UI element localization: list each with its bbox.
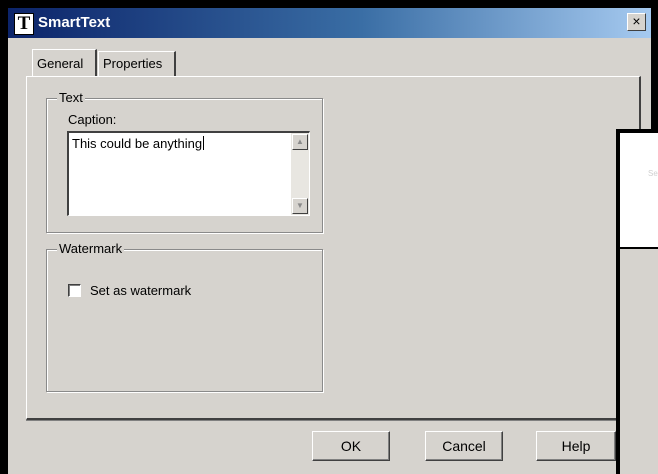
cancel-button[interactable]: Cancel bbox=[425, 431, 503, 461]
separator bbox=[26, 420, 616, 421]
text-caret bbox=[203, 136, 205, 150]
caption-text-value: This could be anything bbox=[72, 136, 205, 151]
scroll-down-arrow-icon[interactable]: ▼ bbox=[292, 198, 308, 214]
text-group-legend: Text bbox=[57, 90, 85, 106]
scroll-up-arrow-icon[interactable]: ▲ bbox=[292, 134, 308, 150]
overlapping-window: Se bbox=[616, 129, 658, 474]
overlapping-window-text: Se bbox=[648, 169, 658, 178]
watermark-checkbox-label[interactable]: Set as watermark bbox=[90, 283, 191, 298]
caption-textarea[interactable]: This could be anything ▲ ▼ bbox=[67, 131, 310, 216]
tab-properties[interactable]: Properties bbox=[98, 51, 176, 76]
window-title: SmartText bbox=[38, 14, 111, 31]
tab-general[interactable]: General bbox=[32, 49, 97, 76]
caption-label: Caption: bbox=[68, 112, 117, 127]
caption-scrollbar[interactable]: ▲ ▼ bbox=[291, 133, 309, 215]
watermark-groupbox: Watermark bbox=[46, 241, 323, 392]
ok-button[interactable]: OK bbox=[312, 431, 390, 461]
watermark-checkbox[interactable] bbox=[68, 284, 81, 297]
watermark-group-legend: Watermark bbox=[57, 241, 125, 257]
title-bar[interactable]: T SmartText × bbox=[8, 8, 651, 38]
close-button[interactable]: × bbox=[627, 13, 646, 31]
overlapping-window-content: Se bbox=[620, 133, 658, 249]
help-button[interactable]: Help bbox=[536, 431, 616, 461]
app-icon: T bbox=[14, 13, 34, 35]
